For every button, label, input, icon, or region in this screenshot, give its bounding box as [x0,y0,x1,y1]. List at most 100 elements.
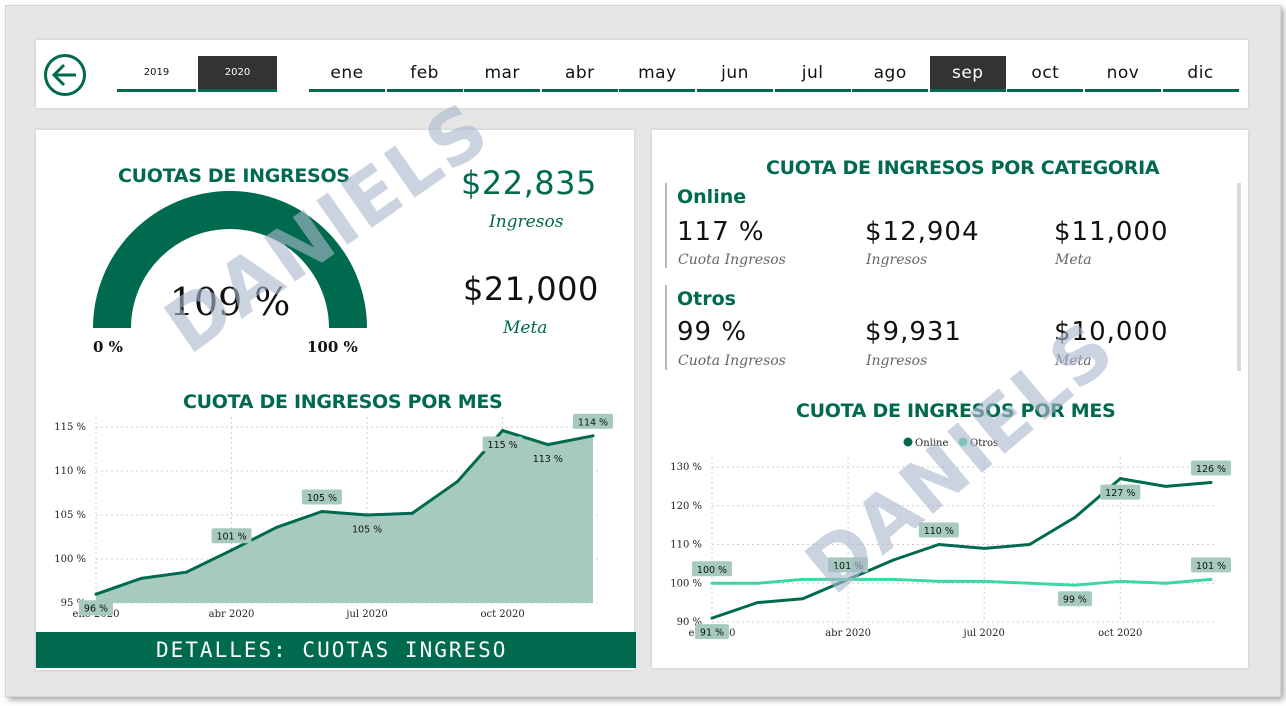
month-abr[interactable]: abr [541,56,618,92]
data-point [801,597,805,601]
month-ene[interactable]: ene [309,56,385,92]
x-tick-label: jul 2020 [962,628,1004,639]
data-label-text: 114 % [578,417,608,428]
back-button[interactable] [44,54,86,96]
category-name-otros: Otros [677,288,736,310]
data-label-text: 91 % [700,628,724,639]
category-title: CUOTA DE INGRESOS POR CATEGORIA [766,157,1160,179]
data-point [937,579,941,583]
data-point [1164,581,1168,585]
data-label: 101 % [1191,557,1231,573]
data-label: 114 % [573,413,613,429]
x-tick-label: jul 2020 [345,609,387,620]
data-label-text: 113 % [533,454,563,465]
month-mar[interactable]: mar [464,56,541,92]
scrollbar[interactable] [1237,183,1241,371]
online-cuota-label: Cuota Ingresos [678,252,786,268]
month-ago[interactable]: ago [852,56,929,92]
gauge-min-label: 0 % [93,338,123,356]
month-jun[interactable]: jun [697,56,773,92]
month-feb[interactable]: feb [386,56,463,92]
y-tick-label: 115 % [54,422,86,433]
data-label-text: 101 % [216,532,246,543]
data-label: 105 % [301,489,342,505]
data-label: 105 % [347,521,388,536]
data-label-text: 96 % [84,604,108,615]
category-name-online: Online [677,186,747,208]
data-point [230,548,234,552]
y-tick-label: 100 % [670,578,702,589]
online-meta-label: Meta [1055,252,1092,268]
data-point [591,434,595,438]
data-label-text: 126 % [1196,464,1226,475]
monthly-area-chart: 95 %100 %105 %110 %115 %ene 2020abr 2020… [54,413,613,620]
data-label-text: 127 % [1105,488,1135,499]
otros-ingresos: $9,931 [865,317,962,347]
data-point [184,570,188,574]
x-tick-label: oct 2020 [480,609,524,620]
data-label: 99 % [1057,591,1092,607]
data-point [1209,577,1213,581]
data-point [94,592,98,596]
category-divider [665,285,667,370]
data-point [755,581,759,585]
data-point [1118,477,1122,481]
data-point [320,509,324,513]
data-point [1073,515,1077,519]
data-point [982,579,986,583]
data-point [710,581,714,585]
y-tick-label: 100 % [54,554,86,565]
month-oct[interactable]: oct [1007,56,1084,92]
meta-value: $21,000 [463,270,599,308]
y-tick-label: 120 % [670,501,702,512]
data-point [937,543,941,546]
data-point [1209,481,1213,484]
x-tick-label: abr 2020 [209,609,255,620]
data-label: 115 % [482,436,523,452]
data-point [501,429,505,433]
online-meta: $11,000 [1054,217,1169,247]
data-point [139,576,143,580]
y-tick-label: 110 % [670,540,702,551]
otros-ingresos-label: Ingresos [866,353,928,369]
data-label-text: 99 % [1063,595,1087,606]
data-label: 91 % [695,624,729,640]
data-label-text: 115 % [488,440,518,451]
month-jul[interactable]: jul [774,56,851,92]
data-point [410,511,414,515]
otros-cuota: 99 % [677,317,748,347]
data-point [1028,581,1032,585]
month-sep[interactable]: sep [929,56,1006,92]
data-label: 100 % [692,561,732,577]
data-label: 101 % [211,528,252,544]
x-tick-label: oct 2020 [1098,628,1142,639]
data-label: 96 % [79,600,113,616]
data-point [546,443,550,447]
month-dic[interactable]: dic [1162,56,1239,92]
data-point [982,546,986,550]
data-label: 126 % [1191,460,1231,476]
category-divider [665,183,667,268]
data-point [710,616,714,620]
data-point [1073,583,1077,587]
y-tick-label: 130 % [670,462,702,473]
year-2020[interactable]: 2020 [198,56,277,92]
month-nov[interactable]: nov [1085,56,1161,92]
y-tick-label: 105 % [54,510,86,521]
details-button[interactable]: DETALLES: CUOTAS INGRESO [36,632,636,668]
data-label-text: 101 % [1196,561,1226,572]
otros-cuota-label: Cuota Ingresos [678,353,786,369]
data-point [275,525,279,529]
year-2019[interactable]: 2019 [117,56,196,92]
series-line-otros [712,577,1212,587]
data-point [1028,543,1032,546]
online-cuota: 117 % [677,217,765,247]
y-tick-label: 110 % [54,466,86,477]
data-point [801,577,805,581]
data-label-text: 105 % [307,493,337,504]
month-may[interactable]: may [619,56,696,92]
data-point [1118,579,1122,583]
arrow-left-icon [51,63,76,87]
data-point [1164,484,1168,488]
online-ingresos-label: Ingresos [866,252,928,268]
